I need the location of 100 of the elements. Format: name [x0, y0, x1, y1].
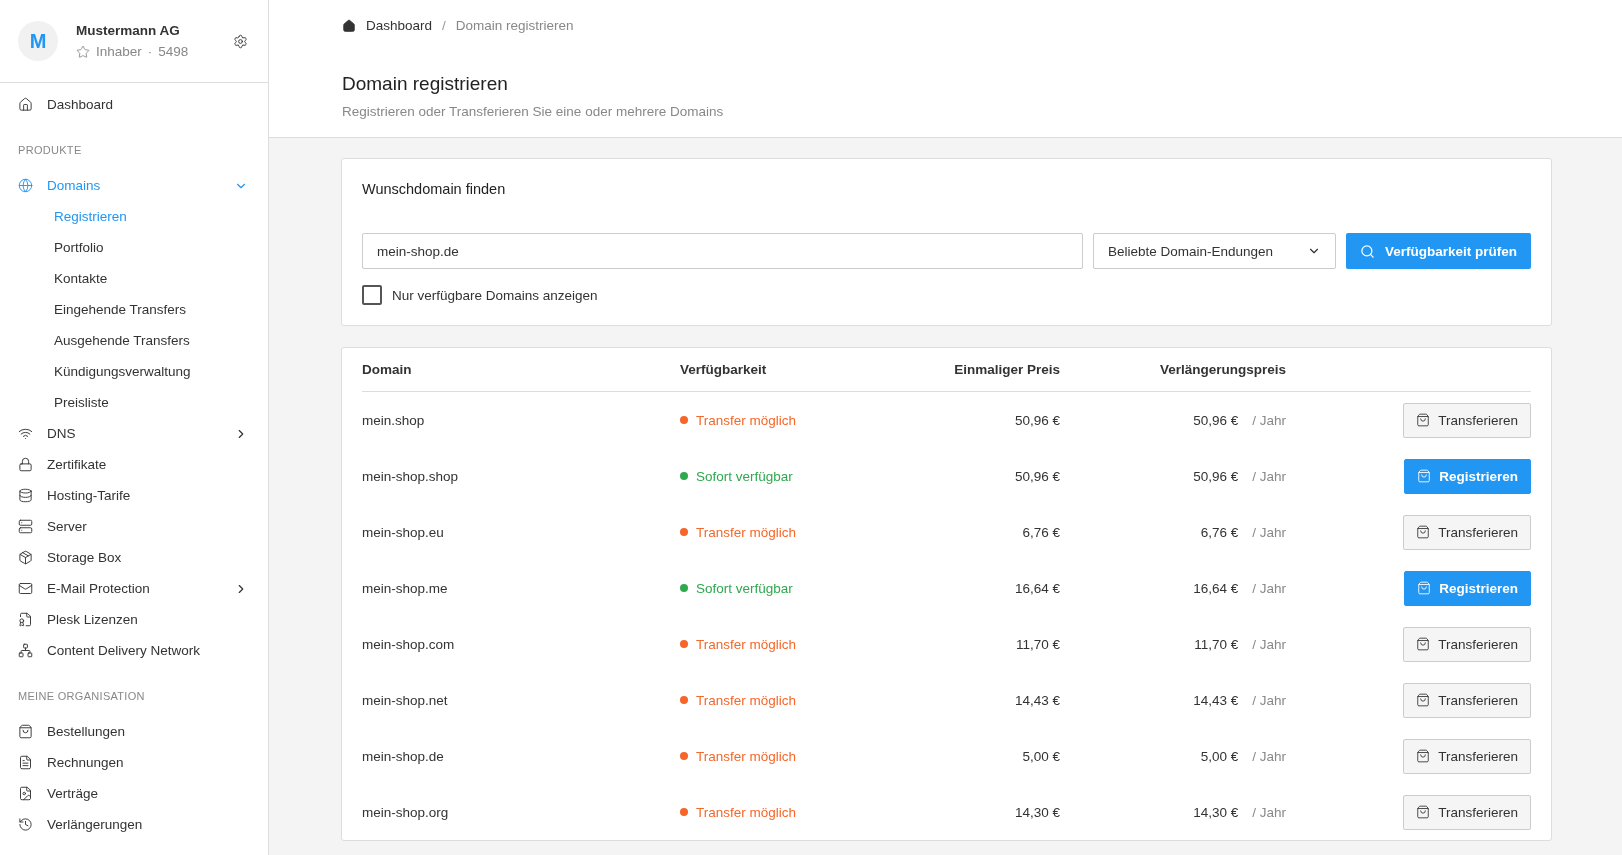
sidebar-subitem[interactable]: Kontakte: [0, 263, 268, 294]
shopping-bag-icon: [1417, 469, 1432, 483]
lock-icon: [18, 457, 33, 472]
shopping-bag-icon: [1416, 525, 1431, 539]
sidebar-item[interactable]: Dashboard: [0, 89, 268, 120]
server-icon: [18, 519, 33, 534]
domain-action-button[interactable]: Transferieren: [1403, 514, 1531, 550]
search-icon: [1359, 243, 1375, 259]
renewal-price: 50,96 €: [1193, 468, 1239, 484]
sidebar-subitem[interactable]: Kündigungsverwaltung: [0, 356, 268, 387]
domain-action-button[interactable]: Transferieren: [1403, 682, 1531, 718]
price-cell: 6,76 €: [1022, 524, 1060, 540]
price-cell: 11,70 €: [1015, 636, 1060, 652]
sidebar-subitem[interactable]: Preisliste: [0, 387, 268, 418]
shopping-bag-icon: [18, 724, 33, 739]
checkbox-label: Nur verfügbare Domains anzeigen: [392, 287, 598, 303]
availability-status: Sofort verfügbar: [696, 580, 793, 596]
renewal-price: 6,76 €: [1200, 524, 1239, 540]
domain-action-button[interactable]: Transferieren: [1403, 738, 1531, 774]
box-icon: [18, 550, 33, 565]
breadcrumb-link[interactable]: Domain registrieren: [455, 18, 574, 33]
status-dot: [680, 528, 688, 536]
period-label: / Jahr: [1252, 692, 1286, 708]
mail-icon: [18, 581, 33, 596]
home-icon[interactable]: [342, 18, 356, 33]
price-cell: 50,96 €: [1014, 468, 1060, 484]
sidebar-item[interactable]: Plesk Lizenzen: [0, 604, 268, 635]
sidebar-item[interactable]: Verlängerungen: [0, 809, 268, 840]
globe-icon: [18, 178, 33, 193]
domain-cell: mein-shop.org: [362, 804, 449, 820]
card-title: Wunschdomain finden: [362, 181, 507, 197]
renewal-price: 14,30 €: [1193, 804, 1239, 820]
separator-dot: ·: [147, 44, 153, 59]
sidebar-item[interactable]: Hosting-Tarife: [0, 480, 268, 511]
sidebar-item[interactable]: Rechnungen: [0, 747, 268, 778]
availability-status: Transfer möglich: [696, 692, 797, 708]
domain-action-button[interactable]: Transferieren: [1403, 626, 1531, 662]
section-heading: MEINE ORGANISATION: [17, 689, 146, 704]
sidebar-item[interactable]: Bestellungen: [0, 716, 268, 747]
settings-icon[interactable]: [233, 33, 248, 49]
sidebar-item[interactable]: DNS: [0, 418, 268, 449]
sidebar-item[interactable]: Zertifikate: [0, 449, 268, 480]
sidebar-item[interactable]: E-Mail Protection: [0, 573, 268, 604]
checkbox[interactable]: [362, 285, 382, 305]
document-image-icon: [18, 786, 33, 801]
sidebar-subitem[interactable]: Eingehende Transfers: [0, 294, 268, 325]
status-dot: [680, 472, 688, 480]
availability-status: Sofort verfügbar: [696, 468, 793, 484]
column-header: Verlängerungspreis: [1060, 348, 1286, 392]
period-label: / Jahr: [1252, 524, 1286, 540]
shopping-bag-icon: [1416, 805, 1431, 819]
renewal-price: 14,43 €: [1193, 692, 1239, 708]
breadcrumb-link[interactable]: Dashboard: [366, 18, 433, 33]
price-cell: 50,96 €: [1014, 412, 1060, 428]
availability-status: Transfer möglich: [696, 412, 797, 428]
sidebar-item[interactable]: Content Delivery Network: [0, 635, 268, 666]
domain-input[interactable]: mein-shop.de: [362, 233, 1083, 269]
sidebar-item[interactable]: Server: [0, 511, 268, 542]
status-dot: [680, 808, 688, 816]
star-icon: [76, 44, 90, 59]
period-label: / Jahr: [1252, 412, 1286, 428]
renewal-price: 5,00 €: [1200, 748, 1239, 764]
section-heading: PRODUKTE: [17, 143, 83, 158]
status-dot: [680, 696, 688, 704]
availability-status: Transfer möglich: [696, 804, 797, 820]
network-icon: [18, 643, 33, 658]
status-dot: [680, 416, 688, 424]
period-label: / Jahr: [1252, 804, 1286, 820]
shopping-bag-icon: [1416, 637, 1431, 651]
sidebar-item[interactable]: Verträge: [0, 778, 268, 809]
sidebar-subitem[interactable]: Ausgehende Transfers: [0, 325, 268, 356]
sidebar-subitem[interactable]: Portfolio: [0, 232, 268, 263]
account-role: Inhaber: [96, 44, 142, 59]
extension-select[interactable]: Beliebte Domain-Endungen: [1092, 233, 1336, 269]
wifi-icon: [18, 426, 33, 441]
domain-action-button[interactable]: Transferieren: [1403, 402, 1531, 438]
availability-status: Transfer möglich: [696, 636, 797, 652]
column-header: Domain: [362, 348, 680, 392]
history-icon: [18, 817, 33, 832]
shopping-bag-icon: [1416, 693, 1431, 707]
shopping-bag-icon: [1416, 413, 1431, 427]
price-cell: 14,43 €: [1014, 692, 1060, 708]
renewal-price: 50,96 €: [1193, 412, 1239, 428]
status-dot: [680, 752, 688, 760]
domain-cell: mein-shop.shop: [362, 468, 459, 484]
page-title: Domain registrieren: [342, 73, 509, 95]
domain-cell: mein-shop.com: [362, 636, 455, 652]
shopping-bag-icon: [1417, 581, 1432, 595]
document-badge-icon: [18, 612, 33, 627]
availability-status: Transfer möglich: [696, 748, 797, 764]
domain-action-button[interactable]: Transferieren: [1403, 794, 1531, 830]
database-icon: [18, 488, 33, 503]
account-name: Mustermann AG: [76, 23, 181, 38]
home-icon: [18, 97, 33, 112]
price-cell: 16,64 €: [1014, 580, 1060, 596]
column-header: Einmaliger Preis: [860, 348, 1060, 392]
avatar: M: [18, 21, 58, 61]
renewal-price: 11,70 €: [1194, 636, 1239, 652]
column-header: Verfügbarkeit: [680, 348, 860, 392]
sidebar-item[interactable]: Storage Box: [0, 542, 268, 573]
